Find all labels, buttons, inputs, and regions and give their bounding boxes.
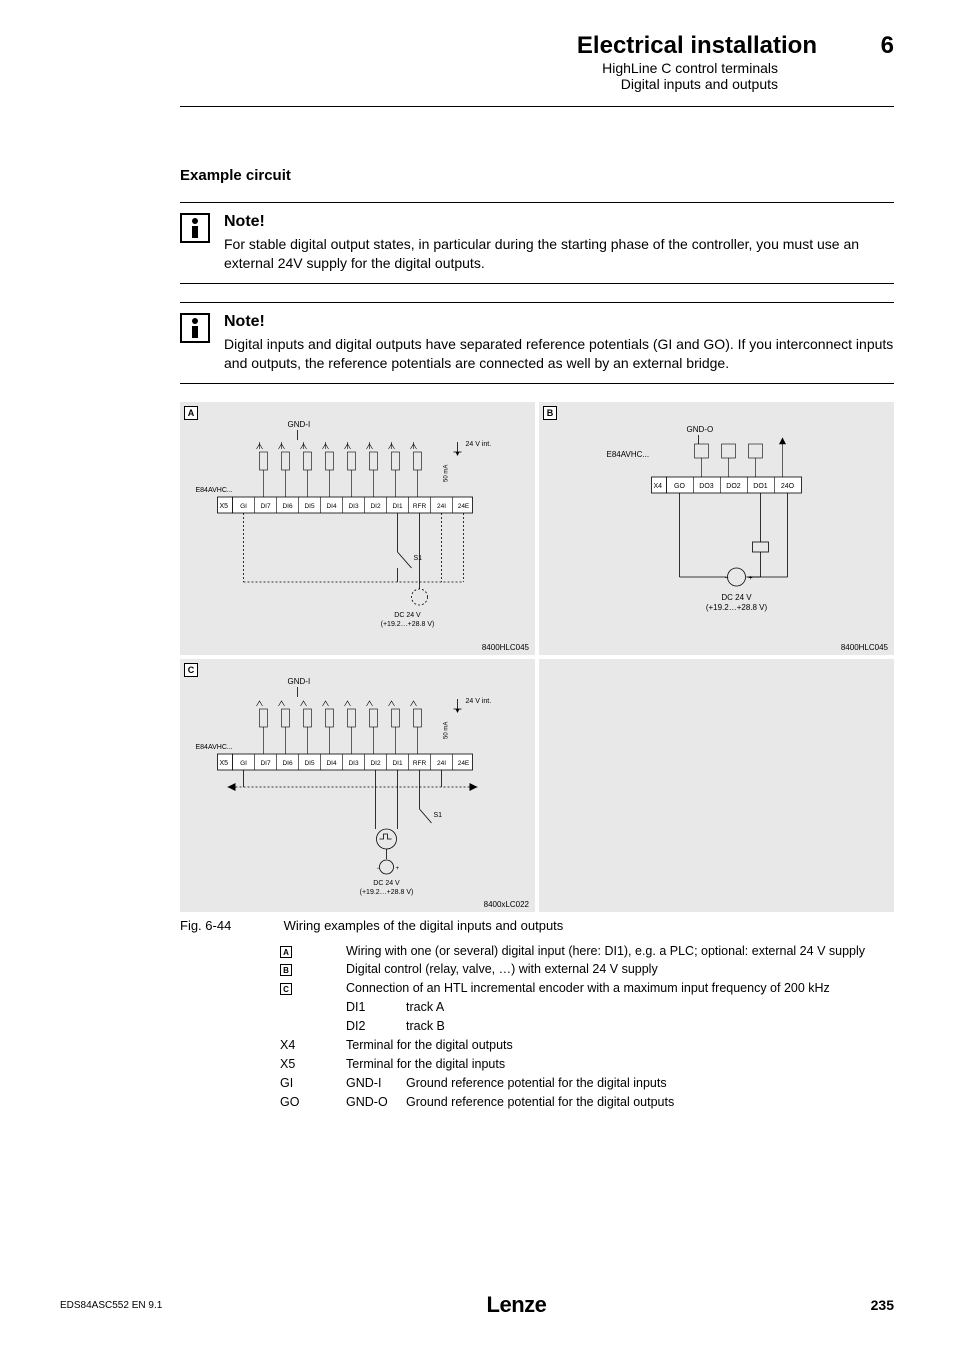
svg-text:DI6: DI6 [282, 760, 293, 767]
figure-caption: Fig. 6-44 Wiring examples of the digital… [180, 918, 894, 933]
page-footer: EDS84ASC552 EN 9.1 Lenze 235 [0, 1292, 954, 1318]
legend-c: Connection of an HTL incremental encoder… [346, 980, 830, 997]
svg-text:GO: GO [674, 483, 685, 490]
brand-logo: Lenze [487, 1292, 547, 1318]
header-sub2: Digital inputs and outputs [0, 76, 778, 92]
svg-text:50 mA: 50 mA [444, 721, 450, 738]
svg-text:DC 24 V: DC 24 V [721, 593, 752, 602]
header-sub1: HighLine C control terminals [0, 60, 778, 76]
gnd-label: GND-I [288, 420, 311, 429]
legend-a: Wiring with one (or several) digital inp… [346, 943, 865, 960]
note-title: Note! [224, 213, 894, 231]
svg-text:(+19.2…+28.8 V): (+19.2…+28.8 V) [706, 603, 768, 612]
note-text: For stable digital output states, in par… [224, 235, 894, 273]
figure-caption-text: Wiring examples of the digital inputs an… [284, 918, 564, 933]
note-box-1: Note! For stable digital output states, … [180, 202, 894, 284]
svg-text:GI: GI [240, 503, 247, 510]
svg-text:24 V int.: 24 V int. [466, 441, 492, 448]
cell-label-b: B [543, 406, 557, 420]
cell-label-a: A [184, 406, 198, 420]
svg-text:X5: X5 [220, 760, 229, 767]
example-heading: Example circuit [180, 167, 894, 184]
svg-text:GND-O: GND-O [687, 425, 714, 434]
svg-text:24 V int.: 24 V int. [466, 698, 492, 705]
svg-text:DI3: DI3 [348, 760, 359, 767]
diagram-cell-c: C 8400xLC022 GND-I E84AVHC... X5 GI DI7 … [180, 659, 535, 912]
svg-text:DO1: DO1 [753, 483, 768, 490]
diagram-grid: A 8400HLC045 GND-I X [180, 402, 894, 912]
svg-text:DI1: DI1 [392, 503, 403, 510]
svg-text:(+19.2…+28.8 V): (+19.2…+28.8 V) [360, 889, 414, 896]
svg-text:S1: S1 [414, 555, 423, 562]
header-chapter: 6 [881, 32, 894, 60]
svg-text:−: − [725, 575, 729, 582]
svg-text:DI5: DI5 [304, 760, 315, 767]
svg-text:GND-I: GND-I [288, 677, 311, 686]
legend-b: Digital control (relay, valve, …) with e… [346, 961, 658, 978]
diagram-cell-blank [539, 659, 894, 912]
page-number: 235 [871, 1297, 894, 1313]
svg-text:24E: 24E [458, 503, 470, 510]
header-title: Electrical installation [577, 32, 817, 60]
svg-text:E84AVHC...: E84AVHC... [196, 487, 233, 494]
note-title: Note! [224, 313, 894, 331]
svg-text:DI7: DI7 [260, 760, 271, 767]
svg-text:DI6: DI6 [282, 503, 293, 510]
svg-text:DO2: DO2 [726, 483, 741, 490]
svg-text:DI4: DI4 [326, 503, 337, 510]
svg-text:RFR: RFR [413, 760, 427, 767]
svg-text:DC 24 V: DC 24 V [373, 880, 400, 887]
svg-text:24E: 24E [458, 760, 470, 767]
note-box-2: Note! Digital inputs and digital outputs… [180, 302, 894, 384]
svg-text:+: + [749, 575, 753, 582]
svg-text:RFR: RFR [413, 503, 427, 510]
svg-text:X5: X5 [220, 503, 229, 510]
note-text: Digital inputs and digital outputs have … [224, 335, 894, 373]
svg-text:24O: 24O [781, 483, 795, 490]
svg-text:S1: S1 [434, 812, 443, 819]
doc-id: EDS84ASC552 EN 9.1 [60, 1300, 162, 1311]
page-header: Electrical installation 6 HighLine C con… [0, 0, 954, 100]
diagram-cell-b: B 8400HLC045 GND-O E84AVHC... X4 [539, 402, 894, 655]
diagram-code-c: 8400xLC022 [484, 900, 529, 909]
svg-text:(+19.2…+28.8 V): (+19.2…+28.8 V) [381, 621, 435, 628]
svg-text:E84AVHC...: E84AVHC... [607, 450, 650, 459]
svg-text:E84AVHC...: E84AVHC... [196, 744, 233, 751]
svg-text:DI1: DI1 [392, 760, 403, 767]
svg-text:DO3: DO3 [699, 483, 714, 490]
header-rule [180, 106, 894, 107]
svg-text:DI2: DI2 [370, 503, 381, 510]
figure-number: Fig. 6-44 [180, 918, 280, 933]
info-icon [180, 213, 210, 243]
svg-text:DI5: DI5 [304, 503, 315, 510]
svg-text:50 mA: 50 mA [444, 464, 450, 481]
diagram-cell-a: A 8400HLC045 GND-I X [180, 402, 535, 655]
svg-text:−: − [377, 866, 381, 872]
svg-text:X4: X4 [654, 483, 663, 490]
svg-text:DI4: DI4 [326, 760, 337, 767]
svg-text:24I: 24I [437, 503, 446, 510]
svg-text:DI7: DI7 [260, 503, 271, 510]
svg-text:DI2: DI2 [370, 760, 381, 767]
info-icon [180, 313, 210, 343]
diagram-code-a: 8400HLC045 [482, 643, 529, 652]
svg-text:GI: GI [240, 760, 247, 767]
cell-label-c: C [184, 663, 198, 677]
svg-text:DI3: DI3 [348, 503, 359, 510]
svg-text:DC 24 V: DC 24 V [394, 612, 421, 619]
svg-text:+: + [396, 866, 400, 872]
diagram-code-b: 8400HLC045 [841, 643, 888, 652]
svg-text:24I: 24I [437, 760, 446, 767]
legend: AWiring with one (or several) digital in… [280, 943, 894, 1111]
